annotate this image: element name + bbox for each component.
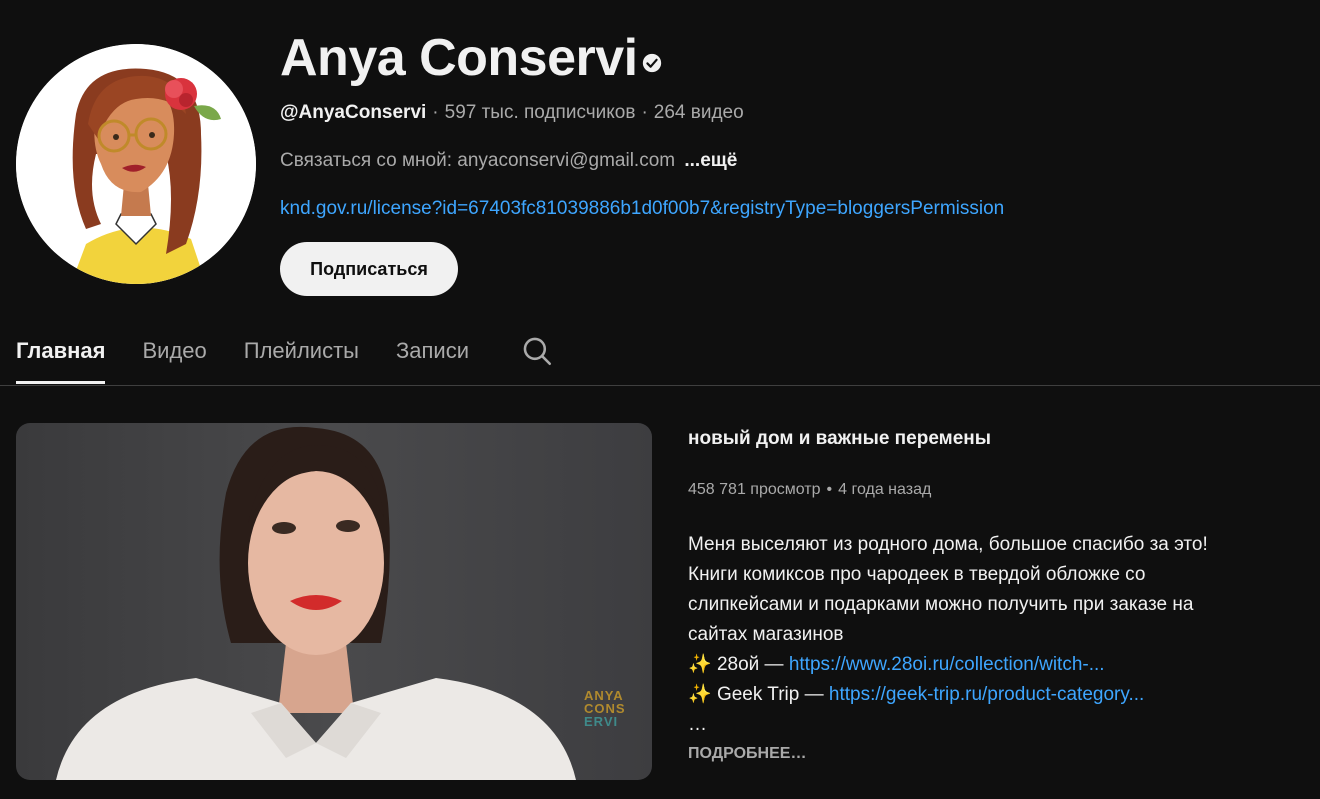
featured-video-title[interactable]: новый дом и важные перемены [688,426,991,452]
description-line: Меня выселяют из родного дома, большое с… [688,534,1208,555]
channel-avatar[interactable] [16,44,256,284]
featured-video-meta: 458 781 просмотр • 4 года назад [688,478,931,502]
video-count: 264 видео [653,102,744,123]
subscribe-button[interactable]: Подписаться [280,242,458,296]
shop-link[interactable]: https://www.28oi.ru/collection/witch-... [789,654,1105,675]
featured-video-description: Меня выселяют из родного дома, большое с… [688,530,1288,740]
channel-tabs: Главная Видео Плейлисты Записи [16,318,554,384]
description-line: слипкейсами и подарками можно получить п… [688,594,1194,615]
separator: · [432,102,439,123]
featured-video-thumbnail[interactable]: ANYA CONS ERVI [16,423,652,780]
shop-line: ✨ 28ой — https://www.28oi.ru/collection/… [688,650,1288,680]
watermark-line: ERVI [584,714,619,729]
channel-watermark: ANYA CONS ERVI [584,689,626,728]
avatar-illustration [16,44,256,284]
description-line: сайтах магазинов [688,624,844,645]
channel-name: Anya Conservi [280,29,638,87]
separator: · [641,102,648,123]
description-text: Связаться со мной: anyaconservi@gmail.co… [280,150,676,171]
shop-name: 28ой — [716,654,784,675]
channel-meta: @AnyaConservi · 597 тыс. подписчиков · 264 в… [280,100,744,126]
tab-posts[interactable]: Записи [396,318,469,384]
verified-check-icon [642,53,662,73]
separator-dot: • [826,481,833,498]
video-age: 4 года назад [838,481,932,498]
description-ellipsis: … [688,714,707,735]
read-more-button[interactable]: ПОДРОБНЕЕ… [688,742,806,766]
shop-link[interactable]: https://geek-trip.ru/product-category... [829,684,1144,705]
tab-playlists[interactable]: Плейлисты [244,318,359,384]
tab-videos[interactable]: Видео [142,318,206,384]
shop-line: ✨ Geek Trip — https://geek-trip.ru/produ… [688,680,1288,710]
search-icon[interactable] [520,334,554,368]
channel-link[interactable]: knd.gov.ru/license?id=67403fc81039886b1d… [280,196,1004,222]
view-count: 458 781 просмотр [688,481,821,498]
tab-home[interactable]: Главная [16,318,106,384]
channel-handle: @AnyaConservi [280,102,427,123]
description-line: Книги комиксов про чародеек в твердой об… [688,564,1146,585]
sparkles-icon: ✨ [688,654,712,675]
channel-description[interactable]: Связаться со мной: anyaconservi@gmail.co… [280,148,737,174]
video-thumbnail-image [16,423,652,780]
more-button[interactable]: ...ещё [684,150,737,171]
sparkles-icon: ✨ [688,684,712,705]
shop-name: Geek Trip — [716,684,824,705]
tabs-divider [0,385,1320,386]
subscriber-count: 597 тыс. подписчиков [444,102,636,123]
